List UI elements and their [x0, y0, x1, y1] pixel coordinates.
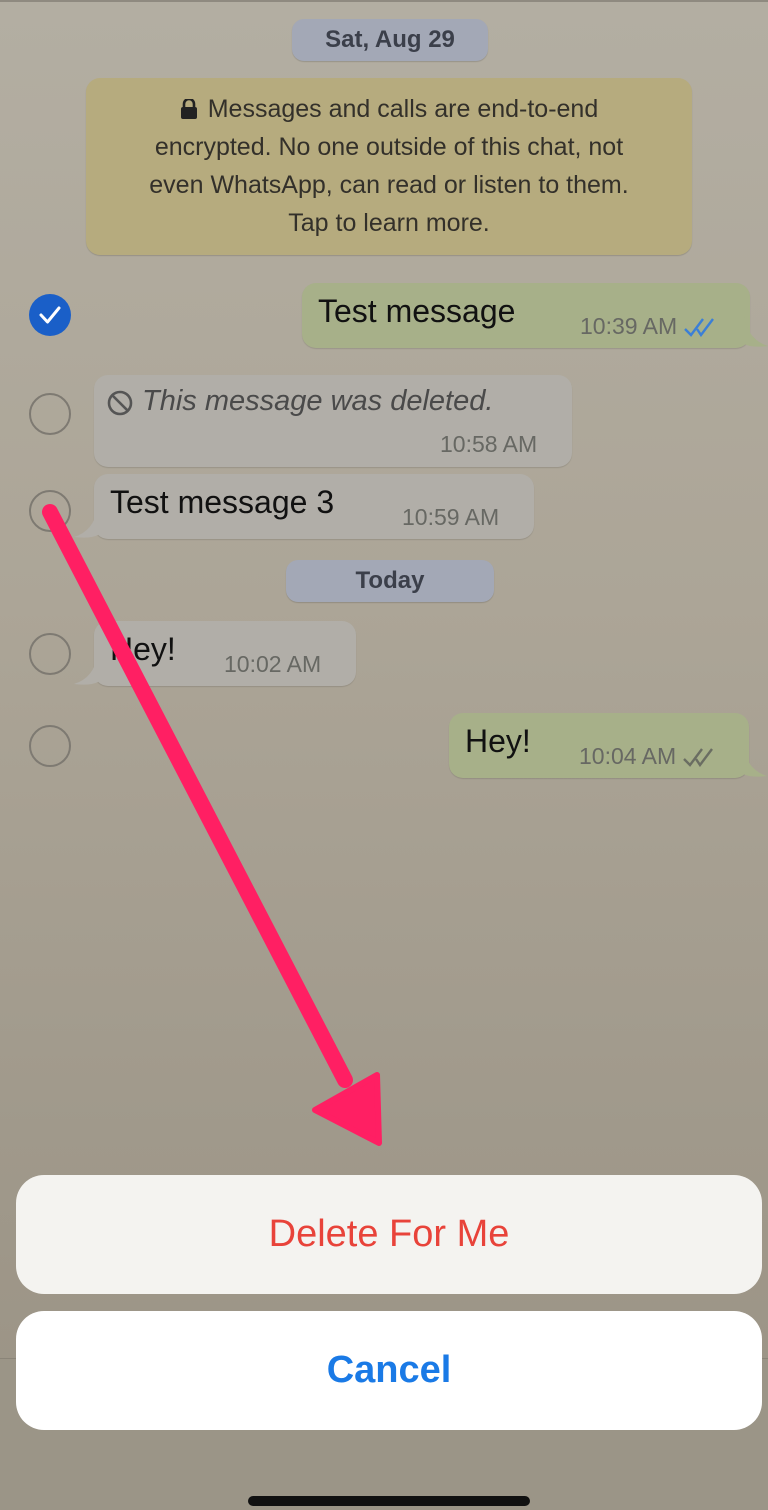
- bubble-tail: [74, 507, 98, 538]
- date-header-label: Sat, Aug 29: [325, 26, 455, 53]
- message-text: Hey!: [110, 631, 176, 667]
- message-text: Test message 3: [110, 484, 335, 520]
- double-check-icon: [683, 748, 714, 767]
- date-header: Sat, Aug 29: [292, 19, 488, 61]
- message-time: 10:58 AM: [440, 431, 538, 457]
- bubble-tail: [744, 316, 768, 347]
- message-time: 10:59 AM: [402, 504, 500, 530]
- message-bubble-incoming[interactable]: Hey! 10:02 AM: [94, 621, 356, 686]
- encryption-line-3: even WhatsApp, can read or listen to the…: [149, 171, 629, 199]
- message-bubble-outgoing[interactable]: Test message 10:39 AM: [302, 283, 750, 348]
- top-divider: [0, 0, 768, 2]
- delete-for-me-button[interactable]: Delete For Me: [16, 1175, 762, 1294]
- message-select-checkbox[interactable]: [29, 490, 71, 532]
- message-bubble-outgoing[interactable]: Hey! 10:04 AM: [449, 713, 749, 778]
- message-select-checkbox[interactable]: [29, 725, 71, 767]
- encryption-line-1: Messages and calls are end-to-end: [86, 90, 692, 128]
- message-time: 10:39 AM: [580, 313, 717, 340]
- message-bubble-incoming[interactable]: Test message 3 10:59 AM: [94, 474, 534, 539]
- home-indicator[interactable]: [248, 1496, 530, 1506]
- date-header-label: Today: [355, 567, 425, 594]
- cancel-label: Cancel: [326, 1349, 452, 1391]
- message-time: 10:02 AM: [224, 651, 322, 677]
- message-text: Hey!: [465, 723, 531, 759]
- message-time: 10:04 AM: [579, 743, 716, 770]
- bubble-tail: [74, 654, 98, 685]
- message-select-checkbox-checked[interactable]: [29, 294, 71, 336]
- delete-for-me-label: Delete For Me: [268, 1213, 510, 1255]
- encryption-notice[interactable]: Messages and calls are end-to-end encryp…: [86, 78, 692, 255]
- encryption-line-4: Tap to learn more.: [288, 209, 490, 237]
- message-select-checkbox[interactable]: [29, 633, 71, 675]
- message-bubble-incoming-deleted[interactable]: This message was deleted. 10:58 AM: [94, 375, 572, 467]
- message-text: This message was deleted.: [142, 385, 494, 417]
- date-header: Today: [286, 560, 494, 602]
- message-select-checkbox[interactable]: [29, 393, 71, 435]
- encryption-line-2: encrypted. No one outside of this chat, …: [154, 133, 624, 161]
- double-check-icon: [684, 318, 715, 337]
- message-text: Test message: [318, 293, 516, 329]
- bubble-tail: [743, 746, 767, 777]
- prohibited-icon: [107, 390, 133, 416]
- lock-icon: [180, 99, 197, 119]
- checkmark-icon: [39, 306, 61, 324]
- cancel-button[interactable]: Cancel: [16, 1311, 762, 1430]
